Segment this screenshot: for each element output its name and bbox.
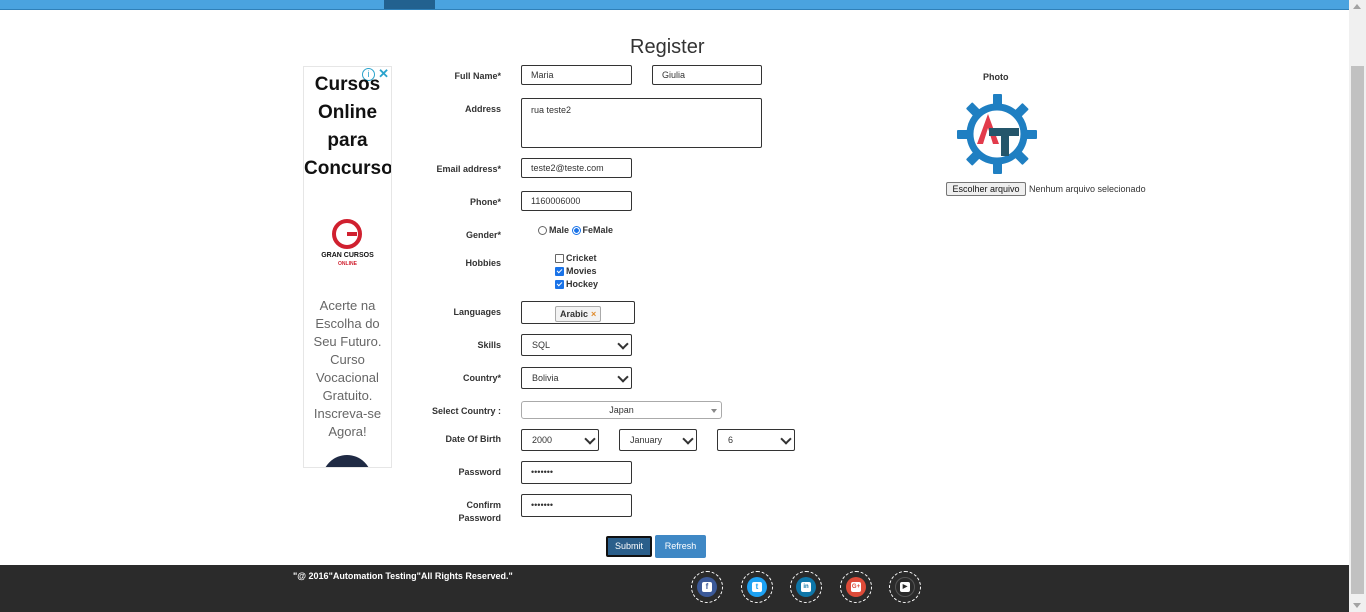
languages-label: Languages bbox=[453, 307, 501, 317]
dob-day-value: 6 bbox=[728, 435, 734, 445]
scroll-up-icon[interactable] bbox=[1353, 4, 1361, 9]
linkedin-icon[interactable]: in bbox=[790, 571, 822, 603]
nav-active-tab[interactable] bbox=[384, 0, 435, 9]
confirm-label-line1: Confirm bbox=[466, 500, 502, 510]
ad-headline[interactable]: Cursos Online para Concursos bbox=[304, 71, 391, 183]
radio-female-label: FeMale bbox=[582, 225, 614, 235]
top-navbar bbox=[0, 0, 1349, 10]
ad-image bbox=[322, 455, 372, 467]
ad-banner[interactable]: i ✕ Cursos Online para Concursos GRAN CU… bbox=[303, 66, 392, 468]
twitter-glyph: t bbox=[752, 582, 762, 592]
hobby-hockey[interactable]: Hockey bbox=[555, 278, 598, 290]
language-tag[interactable]: Arabic × bbox=[555, 306, 602, 322]
select-country-value: Japan bbox=[609, 405, 634, 415]
address-textarea[interactable]: rua teste2 bbox=[521, 98, 762, 148]
gran-cursos-logo-icon bbox=[332, 219, 362, 249]
gender-label: Gender* bbox=[465, 230, 501, 240]
checkbox-hockey[interactable] bbox=[555, 280, 564, 290]
scroll-down-icon[interactable] bbox=[1353, 603, 1361, 608]
facebook-glyph: f bbox=[702, 582, 712, 592]
radio-male[interactable] bbox=[538, 226, 547, 236]
dob-label: Date Of Birth bbox=[445, 434, 501, 444]
vertical-scrollbar[interactable] bbox=[1349, 0, 1366, 612]
dob-month-select[interactable]: January bbox=[619, 429, 697, 451]
skills-value: SQL bbox=[532, 340, 551, 350]
footer: "@ 2016"Automation Testing"All Rights Re… bbox=[0, 565, 1349, 612]
last-name-input[interactable] bbox=[652, 65, 762, 85]
choose-file-button[interactable]: Escolher arquivo bbox=[946, 182, 1026, 196]
remove-tag-icon[interactable]: × bbox=[591, 309, 596, 319]
dob-year-select[interactable]: 2000 bbox=[521, 429, 599, 451]
skills-label: Skills bbox=[477, 340, 501, 350]
dob-month-value: January bbox=[630, 435, 663, 445]
hobby-cricket[interactable]: Cricket bbox=[555, 252, 597, 264]
checkbox-movies[interactable] bbox=[555, 267, 564, 277]
phone-label: Phone* bbox=[469, 197, 501, 207]
select-country-dropdown[interactable]: Japan bbox=[521, 401, 722, 419]
submit-button[interactable]: Submit bbox=[606, 536, 652, 557]
checkbox-cricket[interactable] bbox=[555, 254, 564, 264]
youtube-glyph: ▶ bbox=[900, 582, 910, 592]
scrollbar-thumb[interactable] bbox=[1351, 66, 1364, 594]
password-input[interactable]: ••••••• bbox=[521, 461, 632, 484]
country-select[interactable]: Bolivia bbox=[521, 367, 632, 389]
chevron-down-icon bbox=[617, 338, 629, 350]
gender-options: Male FeMale bbox=[538, 224, 613, 236]
profile-photo-gear-logo-icon bbox=[957, 94, 1037, 174]
chevron-down-icon bbox=[780, 433, 792, 445]
country-label: Country* bbox=[463, 373, 501, 383]
select-country-label: Select Country : bbox=[431, 406, 501, 416]
full-name-label: Full Name* bbox=[454, 71, 501, 81]
address-label: Address bbox=[464, 104, 501, 114]
hobby-movies[interactable]: Movies bbox=[555, 265, 597, 277]
hobby-hockey-label: Hockey bbox=[566, 279, 599, 289]
password-label: Password bbox=[458, 467, 501, 477]
caret-down-icon bbox=[711, 409, 717, 413]
confirm-label-line2: Password bbox=[458, 513, 501, 523]
facebook-icon[interactable]: f bbox=[691, 571, 723, 603]
email-input[interactable] bbox=[521, 158, 632, 178]
googleplus-icon[interactable]: G+ bbox=[840, 571, 872, 603]
chevron-down-icon bbox=[617, 371, 629, 383]
ad-body[interactable]: Acerte na Escolha do Seu Futuro. Curso V… bbox=[304, 297, 391, 441]
country-value: Bolivia bbox=[532, 373, 559, 383]
first-name-input[interactable] bbox=[521, 65, 632, 85]
refresh-button[interactable]: Refresh bbox=[655, 535, 706, 558]
googleplus-glyph: G+ bbox=[851, 582, 861, 592]
chevron-down-icon bbox=[584, 433, 596, 445]
copyright-text: "@ 2016"Automation Testing"All Rights Re… bbox=[293, 571, 513, 581]
confirm-password-label: Confirm Password bbox=[430, 499, 501, 525]
ad-brand-name: GRAN CURSOS bbox=[321, 252, 374, 259]
phone-input[interactable] bbox=[521, 191, 632, 211]
twitter-icon[interactable]: t bbox=[741, 571, 773, 603]
confirm-password-input[interactable]: ••••••• bbox=[521, 494, 632, 517]
radio-male-label: Male bbox=[549, 225, 570, 235]
chevron-down-icon bbox=[682, 433, 694, 445]
hobbies-label: Hobbies bbox=[465, 258, 501, 268]
dob-day-select[interactable]: 6 bbox=[717, 429, 795, 451]
ad-brand: GRAN CURSOS ONLINE bbox=[304, 252, 391, 268]
language-tag-label: Arabic bbox=[560, 309, 589, 319]
photo-label: Photo bbox=[983, 72, 1009, 82]
hobby-cricket-label: Cricket bbox=[566, 253, 597, 263]
file-status-text: Nenhum arquivo selecionado bbox=[1029, 184, 1146, 194]
skills-select[interactable]: SQL bbox=[521, 334, 632, 356]
dob-year-value: 2000 bbox=[532, 435, 553, 445]
languages-multiselect[interactable]: Arabic × bbox=[521, 301, 635, 324]
hobby-movies-label: Movies bbox=[566, 266, 597, 276]
radio-female[interactable] bbox=[571, 226, 581, 236]
page-title: Register bbox=[630, 36, 705, 58]
ad-brand-sub: ONLINE bbox=[338, 261, 357, 267]
linkedin-glyph: in bbox=[801, 582, 811, 592]
youtube-icon[interactable]: ▶ bbox=[889, 571, 921, 603]
email-label: Email address* bbox=[436, 164, 501, 174]
